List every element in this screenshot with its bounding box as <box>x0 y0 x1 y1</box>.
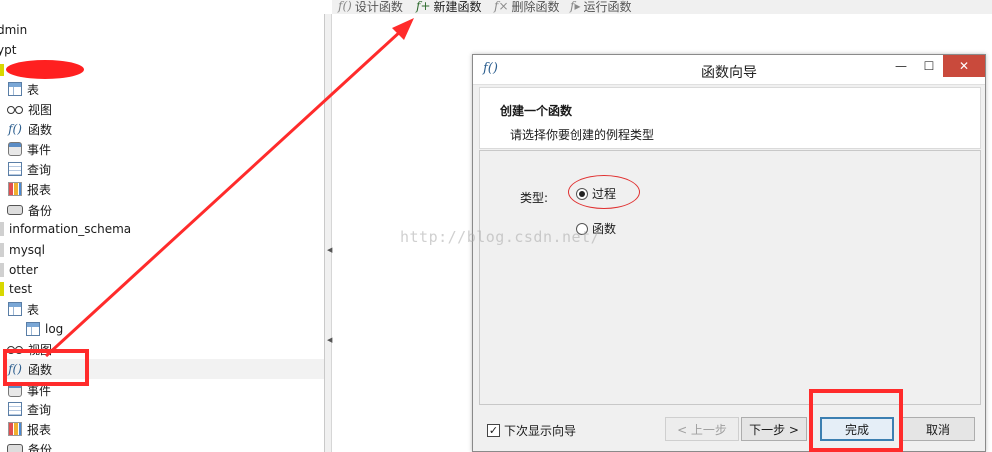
radio-procedure[interactable]: 过程 <box>576 185 616 202</box>
tree-db-test[interactable]: test <box>0 279 32 299</box>
object-tree: dmin ypt 表 视图 f() 函数 事件 查询 报表 备份 informa… <box>0 14 325 452</box>
function-wizard-dialog: f() 函数向导 — ☐ ✕ 创建一个函数 请选择你要创建的例程类型 类型: 过… <box>472 54 986 452</box>
panel-splitter[interactable]: ◀ ◀ <box>325 14 332 452</box>
annotation-box-functions <box>3 349 89 386</box>
db-icon <box>0 64 4 76</box>
tree-db-mysql[interactable]: mysql <box>0 240 45 260</box>
tree-item-functions[interactable]: f() 函数 <box>7 119 52 139</box>
next-button[interactable]: 下一步 > <box>741 417 807 441</box>
type-label: 类型: <box>520 191 549 205</box>
function-icon: f() <box>8 122 22 136</box>
function-icon: f() <box>338 0 352 13</box>
redacted-db-name <box>6 60 84 79</box>
table-icon <box>8 302 22 316</box>
minimize-button[interactable]: — <box>887 55 915 77</box>
report-icon <box>8 422 22 436</box>
maximize-button[interactable]: ☐ <box>915 55 943 77</box>
delete-function-button[interactable]: f× 删除函数 <box>494 0 560 14</box>
calendar-icon <box>8 142 22 156</box>
db-icon <box>0 282 4 296</box>
tree-item-tables[interactable]: 表 <box>8 79 39 99</box>
table-icon <box>8 82 22 96</box>
tree-db-ypt[interactable]: ypt <box>0 40 16 60</box>
db-icon <box>0 263 4 277</box>
tree-item-reports[interactable]: 报表 <box>8 419 51 439</box>
table-icon <box>26 322 40 336</box>
annotation-box-finish <box>809 389 903 452</box>
function-run-icon: f▸ <box>570 0 581 13</box>
tree-item-queries[interactable]: 查询 <box>8 399 51 419</box>
tree-item-backups[interactable]: 备份 <box>7 439 52 452</box>
run-function-button[interactable]: f▸ 运行函数 <box>570 0 631 14</box>
wizard-body: 类型: 过程 函数 <box>479 150 981 405</box>
function-delete-icon: f× <box>494 0 509 13</box>
tree-item-backups[interactable]: 备份 <box>7 200 52 220</box>
tree-db-otter[interactable]: otter <box>0 260 38 280</box>
tree-item-views[interactable]: 视图 <box>7 99 52 119</box>
cancel-button[interactable]: 取消 <box>901 417 975 441</box>
close-button[interactable]: ✕ <box>943 55 985 77</box>
wizard-step-subtitle: 请选择你要创建的例程类型 <box>510 128 655 142</box>
wizard-footer: ✓ 下次显示向导 < 上一步 下一步 > 完成 取消 <box>473 410 985 452</box>
tree-item-queries[interactable]: 查询 <box>8 159 51 179</box>
dialog-titlebar[interactable]: f() 函数向导 — ☐ ✕ <box>473 55 985 85</box>
wizard-header: 创建一个函数 请选择你要创建的例程类型 <box>479 87 981 149</box>
new-function-button[interactable]: f+ 新建函数 <box>416 0 482 14</box>
report-icon <box>8 182 22 196</box>
glasses-icon <box>7 102 23 116</box>
tree-item-tables[interactable]: 表 <box>8 299 39 319</box>
tree-item-reports[interactable]: 报表 <box>8 179 51 199</box>
backup-icon <box>7 444 23 452</box>
query-icon <box>8 402 22 416</box>
function-add-icon: f+ <box>416 0 431 13</box>
checkmark-icon: ✓ <box>487 424 500 437</box>
db-icon <box>0 222 4 236</box>
watermark: http://blog.csdn.net/ <box>400 228 601 246</box>
tree-db-admin[interactable]: dmin <box>0 20 27 40</box>
tree-item-events[interactable]: 事件 <box>8 139 51 159</box>
query-icon <box>8 162 22 176</box>
toolbar: f() 设计函数 f+ 新建函数 f× 删除函数 f▸ 运行函数 <box>332 0 992 14</box>
radio-checked-icon <box>576 187 588 200</box>
db-icon <box>0 243 4 257</box>
wizard-step-title: 创建一个函数 <box>500 104 573 118</box>
show-wizard-checkbox[interactable]: ✓ 下次显示向导 <box>487 422 576 439</box>
tree-item-table-log[interactable]: log <box>26 319 63 339</box>
prev-button[interactable]: < 上一步 <box>665 417 739 441</box>
splitter-arrow-icon: ◀ <box>327 336 333 344</box>
design-function-button[interactable]: f() 设计函数 <box>338 0 403 14</box>
backup-icon <box>7 205 23 215</box>
splitter-arrow-icon: ◀ <box>327 246 333 254</box>
tree-db-information-schema[interactable]: information_schema <box>0 219 131 239</box>
